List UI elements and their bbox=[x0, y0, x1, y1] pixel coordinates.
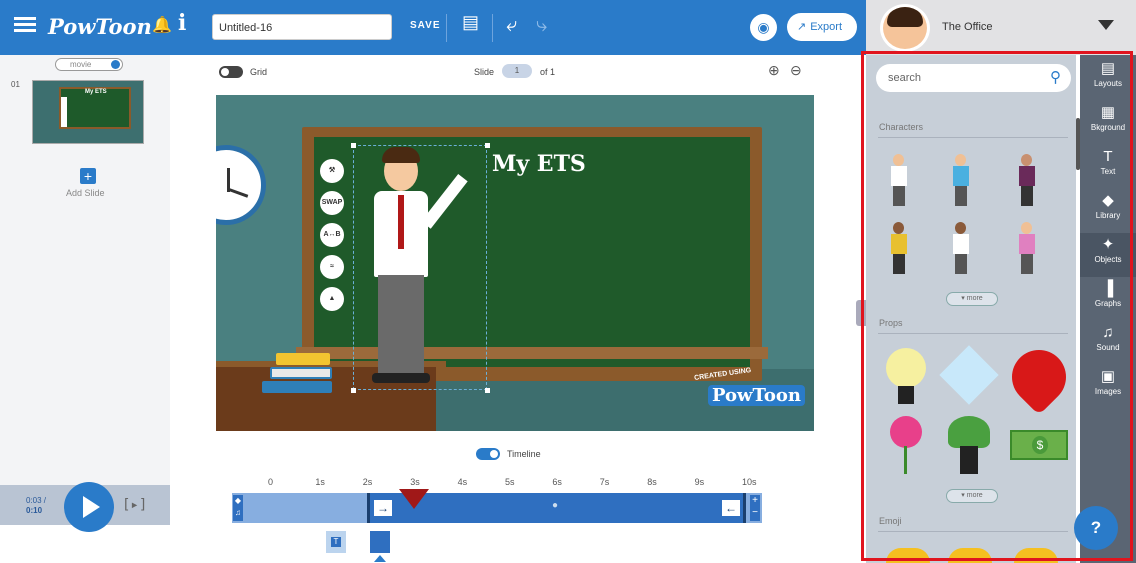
wall-clock[interactable] bbox=[216, 145, 266, 225]
slide-label: Slide bbox=[474, 67, 495, 77]
preview-eye-icon[interactable]: ◉ bbox=[750, 14, 777, 41]
resize-handle[interactable] bbox=[351, 143, 356, 148]
movie-toggle-label: movie bbox=[70, 60, 92, 69]
chip-pointer bbox=[374, 555, 386, 562]
redo-icon[interactable]: ⤷ bbox=[536, 14, 547, 37]
slide-number: 01 bbox=[11, 80, 20, 89]
slide-count-label: of 1 bbox=[540, 67, 556, 77]
enter-animation-button[interactable]: → bbox=[374, 500, 392, 516]
thumbnail-character bbox=[61, 97, 67, 127]
watermark-logo: PowToon bbox=[708, 385, 805, 406]
add-slide-button[interactable]: + bbox=[80, 168, 96, 184]
text-layer-chip[interactable]: T bbox=[326, 531, 346, 553]
timeline-start-cap[interactable] bbox=[366, 493, 370, 523]
books-prop[interactable] bbox=[256, 345, 342, 401]
timeline-tracks-toggle[interactable]: ◆ ♫ bbox=[233, 495, 243, 521]
swap-button[interactable]: SWAP bbox=[320, 191, 344, 215]
export-icon: ↗ bbox=[797, 21, 807, 33]
movie-toggle[interactable]: movie bbox=[55, 58, 123, 71]
character-marker-icon: ● bbox=[552, 500, 559, 511]
add-slide-label[interactable]: Add Slide bbox=[66, 188, 105, 198]
toggle-knob bbox=[111, 60, 120, 69]
bell-icon[interactable]: 🔔 bbox=[152, 15, 172, 35]
highlight-box bbox=[861, 51, 1133, 561]
timeline-tick-label: 1s bbox=[315, 477, 325, 487]
timeline-tick-label: 8s bbox=[647, 477, 657, 487]
export-button[interactable]: ↗ Export bbox=[787, 13, 857, 41]
timeline-tick-label: 5s bbox=[505, 477, 515, 487]
play-icon bbox=[83, 496, 100, 518]
divider bbox=[446, 14, 447, 42]
timeline-label: Timeline bbox=[507, 449, 541, 459]
resize-handle[interactable] bbox=[351, 388, 356, 393]
slide-thumbnail[interactable]: My ETS bbox=[32, 80, 144, 144]
timeline-tick-label: 6s bbox=[552, 477, 562, 487]
hamburger-menu-icon[interactable] bbox=[14, 14, 36, 34]
action-tool-button[interactable]: ⚒ bbox=[320, 159, 344, 183]
slide-number-input[interactable]: 1 bbox=[502, 64, 532, 78]
undo-icon[interactable]: ⤶ bbox=[506, 14, 517, 37]
timeline-tick-label: 9s bbox=[694, 477, 705, 487]
timeline-tick-label: 7s bbox=[599, 477, 610, 487]
export-label: Export bbox=[810, 21, 843, 33]
playhead-marker[interactable] bbox=[399, 489, 430, 509]
avatar[interactable] bbox=[880, 4, 930, 52]
user-name: The Office bbox=[942, 21, 993, 33]
slide-canvas[interactable]: My ETS ⚒ SWAP A↔B ≈ ▲ CREATED USING PowT… bbox=[216, 95, 814, 431]
timeline-track[interactable] bbox=[232, 493, 762, 523]
timeline-zoom-buttons[interactable]: + − bbox=[750, 495, 760, 521]
timeline-tick-label: 4s bbox=[457, 477, 468, 487]
play-slide-icon[interactable]: [▸] bbox=[122, 497, 147, 513]
exit-animation-button[interactable]: ← bbox=[722, 500, 740, 516]
chevron-down-icon[interactable] bbox=[1098, 20, 1114, 30]
time-display: 0:03 / 0:10 bbox=[26, 496, 46, 516]
grid-toggle[interactable] bbox=[219, 66, 243, 78]
project-title-input[interactable]: Untitled-16 bbox=[212, 14, 392, 40]
character-layer-chip[interactable] bbox=[370, 531, 390, 553]
timeline-tick-label: 0 bbox=[268, 477, 274, 487]
resize-handle[interactable] bbox=[485, 388, 490, 393]
divider bbox=[492, 14, 493, 42]
toggle-knob bbox=[490, 450, 498, 458]
zoom-out-icon[interactable]: ⊖ bbox=[790, 62, 802, 79]
effects-button[interactable]: ≈ bbox=[320, 255, 344, 279]
powtoon-logo[interactable]: PowToon bbox=[48, 14, 152, 39]
toggle-knob bbox=[221, 68, 229, 76]
selection-box[interactable] bbox=[353, 145, 487, 390]
play-button[interactable] bbox=[64, 482, 114, 532]
timeline-end-cap[interactable] bbox=[743, 493, 746, 523]
object-tools: ⚒ SWAP A↔B ≈ ▲ bbox=[320, 159, 344, 319]
grid-label: Grid bbox=[250, 67, 268, 77]
slide-title-text[interactable]: My ETS bbox=[492, 151, 586, 177]
timeline-tick-label: 10s bbox=[742, 477, 757, 487]
thumbnail-title: My ETS bbox=[85, 89, 107, 95]
a-to-b-button[interactable]: A↔B bbox=[320, 223, 344, 247]
info-icon[interactable]: i bbox=[178, 10, 186, 36]
timeline-tick-label: 2s bbox=[362, 477, 373, 487]
save-button[interactable]: SAVE bbox=[410, 20, 441, 31]
timeline-tick-label: 3s bbox=[410, 477, 420, 487]
resize-handle[interactable] bbox=[485, 143, 490, 148]
current-time: 0:03 / bbox=[26, 496, 47, 505]
timeline-toggle[interactable] bbox=[476, 448, 500, 460]
total-time: 0:10 bbox=[26, 506, 43, 515]
timeline-ruler: 0 1s 2s 3s 4s 5s 6s 7s 8s 9s 10s bbox=[232, 477, 762, 491]
layer-button[interactable]: ▲ bbox=[320, 287, 344, 311]
document-menu-icon[interactable]: ▤ bbox=[462, 12, 479, 33]
zoom-in-icon[interactable]: ⊕ bbox=[768, 62, 780, 79]
